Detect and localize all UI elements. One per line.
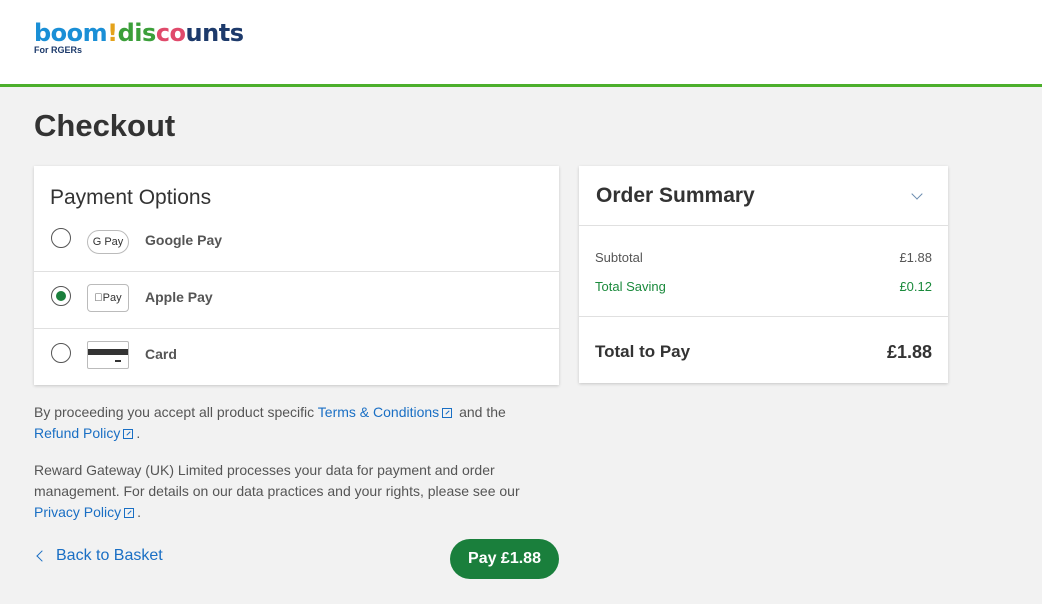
chevron-down-icon[interactable] xyxy=(911,188,923,200)
site-header: boom!discounts For RGERs xyxy=(0,0,1042,87)
refund-policy-link[interactable]: Refund Policy xyxy=(34,425,120,441)
payment-option-label: Card xyxy=(145,346,177,362)
page-title: Checkout xyxy=(34,108,176,143)
divider xyxy=(579,316,948,317)
radio-google-pay[interactable] xyxy=(51,228,71,248)
logo-wordmark: boom!discounts xyxy=(34,19,244,47)
subtotal-value: £1.88 xyxy=(899,250,932,265)
payment-options-title: Payment Options xyxy=(50,186,212,209)
external-link-icon xyxy=(442,408,453,418)
privacy-notice: Reward Gateway (UK) Limited processes yo… xyxy=(34,462,520,520)
payment-options-panel: Payment Options G Pay Google Pay Pay Ap… xyxy=(34,166,559,385)
subtotal-label: Subtotal xyxy=(595,250,643,265)
radio-apple-pay[interactable] xyxy=(51,286,71,306)
pay-button[interactable]: Pay £1.88 xyxy=(450,539,559,579)
credit-card-icon xyxy=(87,341,129,369)
total-saving-label: Total Saving xyxy=(595,279,666,294)
terms-conditions-link[interactable]: Terms & Conditions xyxy=(318,404,439,420)
radio-card[interactable] xyxy=(51,343,71,363)
payment-option-apple-pay[interactable]: Pay Apple Pay xyxy=(34,271,559,328)
order-summary-panel: Order Summary Subtotal £1.88 Total Savin… xyxy=(579,166,948,383)
payment-option-google-pay[interactable]: G Pay Google Pay xyxy=(34,211,559,271)
back-to-basket-link[interactable]: Back to Basket xyxy=(34,547,163,565)
payment-option-card[interactable]: Card xyxy=(34,328,559,385)
total-to-pay-label: Total to Pay xyxy=(595,342,691,361)
terms-notice: By proceeding you accept all product spe… xyxy=(34,404,506,441)
divider xyxy=(579,225,948,226)
boom-discounts-logo[interactable]: boom!discounts For RGERs xyxy=(34,19,244,55)
total-to-pay-row: Total to Pay £1.88 xyxy=(595,342,932,363)
total-saving-row: Total Saving £0.12 xyxy=(595,279,932,294)
chevron-left-icon xyxy=(36,550,48,562)
external-link-icon xyxy=(124,508,135,518)
google-pay-icon: G Pay xyxy=(87,230,129,254)
total-saving-value: £0.12 xyxy=(899,279,932,294)
payment-option-label: Apple Pay xyxy=(145,289,213,305)
payment-option-label: Google Pay xyxy=(145,232,223,248)
privacy-policy-link[interactable]: Privacy Policy xyxy=(34,504,121,520)
total-to-pay-value: £1.88 xyxy=(886,342,932,362)
subtotal-row: Subtotal £1.88 xyxy=(595,250,932,265)
apple-pay-icon: Pay xyxy=(87,284,129,312)
order-summary-title: Order Summary xyxy=(596,184,755,207)
external-link-icon xyxy=(123,429,134,439)
